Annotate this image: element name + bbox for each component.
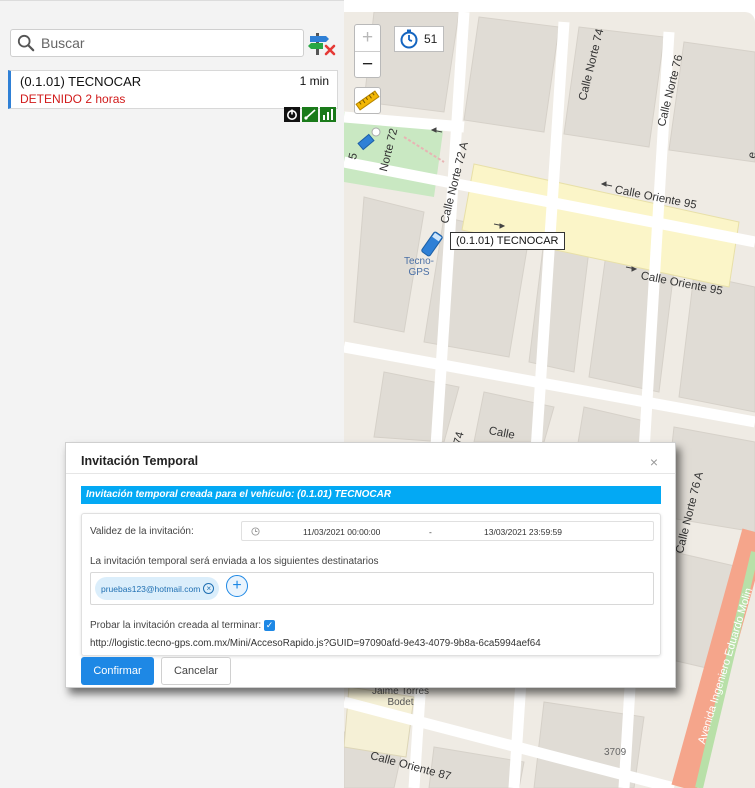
dialog-divider — [66, 473, 675, 474]
temporary-invitation-dialog: Invitación Temporal × Invitación tempora… — [65, 442, 676, 688]
validity-label: Validez de la invitación: — [90, 526, 194, 537]
remove-recipient-icon[interactable]: × — [203, 583, 215, 594]
info-banner: Invitación temporal creada para el vehíc… — [81, 486, 661, 504]
poi-jaime-torres-bodet: Jaime Torres Bodet — [372, 686, 430, 708]
ruler-icon — [355, 90, 380, 111]
date-end: 13/03/2021 23:59:59 — [484, 527, 562, 537]
date-separator: - — [429, 527, 432, 537]
zoom-in-button[interactable]: + — [355, 25, 380, 51]
clear-filter-button[interactable] — [307, 29, 337, 59]
clear-filter-icon — [308, 33, 336, 56]
search-input[interactable] — [41, 35, 291, 51]
refresh-timer[interactable]: 51 — [394, 26, 444, 52]
zoom-out-button[interactable]: − — [355, 51, 380, 77]
recipients-label: La invitación temporal será enviada a lo… — [90, 556, 379, 567]
recipient-email: pruebas123@hotmail.com — [101, 583, 201, 594]
measure-button[interactable] — [354, 87, 381, 114]
search-box[interactable] — [10, 29, 304, 57]
access-url: http://logistic.tecno-gps.com.mx/Mini/Ac… — [90, 638, 541, 649]
date-start: 11/03/2021 00:00:00 — [303, 527, 381, 537]
refresh-countdown: 51 — [424, 32, 438, 46]
poi-tecno-gps[interactable]: Tecno- GPS — [404, 256, 434, 278]
zoom-control: + − — [354, 24, 381, 78]
stopwatch-icon — [400, 29, 418, 49]
test-invitation-checkbox[interactable]: ✓ — [264, 620, 275, 631]
date-range-picker[interactable]: 11/03/2021 00:00:00 - 13/03/2021 23:59:5… — [241, 521, 654, 541]
recipient-chip[interactable]: pruebas123@hotmail.com × — [95, 577, 220, 600]
vehicle-status: DETENIDO 2 horas — [20, 92, 126, 106]
search-icon — [17, 34, 35, 52]
vehicle-name: (0.1.01) TECNOCAR — [20, 74, 142, 89]
signal-icon — [302, 107, 318, 122]
recipients-field[interactable]: pruebas123@hotmail.com × + — [90, 572, 654, 605]
close-icon[interactable]: × — [647, 455, 661, 469]
dialog-title: Invitación Temporal — [81, 454, 199, 468]
cancel-button[interactable]: Cancelar — [161, 657, 231, 685]
vehicle-list-item[interactable]: (0.1.01) TECNOCAR 1 min DETENIDO 2 horas — [8, 70, 338, 109]
vehicle-last-update: 1 min — [299, 74, 329, 88]
confirm-button[interactable]: Confirmar — [81, 657, 154, 685]
power-icon — [284, 107, 300, 122]
battery-icon — [320, 107, 336, 122]
add-recipient-button[interactable]: + — [226, 575, 248, 597]
vehicle-status-icons — [284, 107, 336, 122]
invitation-form: Validez de la invitación: 11/03/2021 00:… — [81, 513, 661, 656]
house-number: 3709 — [604, 747, 627, 758]
test-invitation-label: Probar la invitación creada al terminar: — [90, 620, 262, 631]
clock-icon — [251, 527, 260, 536]
vehicle-map-label[interactable]: (0.1.01) TECNOCAR — [450, 232, 565, 250]
